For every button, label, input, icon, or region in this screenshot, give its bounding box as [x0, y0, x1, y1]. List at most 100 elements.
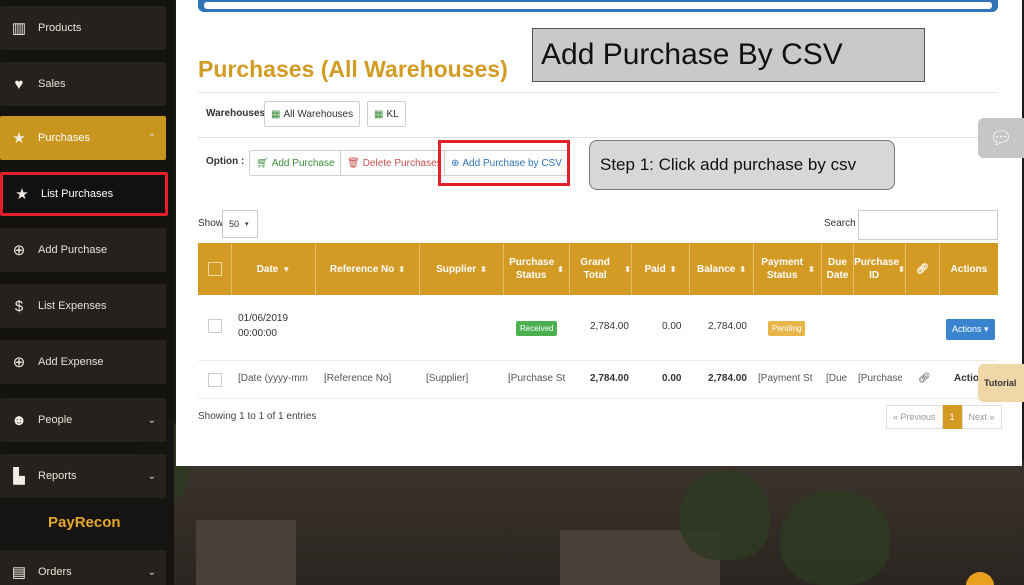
- add-purchase-button[interactable]: 🛒︎ Add Purchase: [249, 150, 342, 176]
- all-warehouses-label: All Warehouses: [283, 108, 354, 120]
- table-header: Date ▼ Reference No ⬍ Supplier ⬍ Purchase S…: [198, 243, 998, 295]
- link-icon: 🔗︎: [918, 373, 931, 384]
- sidebar-item-products[interactable]: ▥ Products: [0, 6, 166, 50]
- th-purchase-status[interactable]: Purchase Status ⬍: [504, 243, 570, 295]
- page-size-select[interactable]: 50 ▾: [222, 210, 258, 238]
- row-checkbox[interactable]: [208, 319, 222, 333]
- sidebar-item-orders[interactable]: ▤ Orders ⌄: [0, 550, 166, 585]
- search-label: Search: [824, 218, 856, 229]
- bar-chart-icon: ▙: [13, 468, 25, 485]
- warehouse-kl-button[interactable]: ▦ KL: [367, 101, 406, 127]
- th-grand-total[interactable]: Grand Total ⬍: [570, 243, 632, 295]
- filter-purchase-id-input[interactable]: [Purchase: [858, 373, 902, 384]
- th-due-date[interactable]: Due Date: [822, 243, 854, 295]
- previous-page-button[interactable]: « Previous: [886, 405, 943, 429]
- filter-date-input[interactable]: [Date (yyyy-mm: [238, 373, 312, 384]
- background-shelf: [196, 520, 296, 585]
- th-supplier[interactable]: Supplier ⬍: [420, 243, 504, 295]
- top-bar: [198, 0, 998, 12]
- row-checkbox-cell: [208, 319, 222, 333]
- filter-status-input[interactable]: [Purchase St: [508, 373, 566, 384]
- cell-date: 01/06/2019 00:00:00: [238, 311, 288, 341]
- highlight-frame: [438, 140, 570, 186]
- next-page-button[interactable]: Next »: [961, 405, 1002, 429]
- entries-info: Showing 1 to 1 of 1 entries: [198, 411, 317, 422]
- sidebar-item-label: Reports: [38, 470, 77, 482]
- page-1-button[interactable]: 1: [942, 405, 962, 429]
- th-reference[interactable]: Reference No ⬍: [316, 243, 420, 295]
- sidebar-item-list-purchases[interactable]: ★ List Purchases: [0, 172, 168, 216]
- delete-purchases-label: Delete Purchases: [362, 157, 442, 169]
- th-balance-label: Balance: [696, 263, 736, 275]
- sidebar-item-label: People: [38, 414, 73, 426]
- filter-payment-input[interactable]: [Payment St: [758, 373, 818, 384]
- sidebar-item-add-purchase[interactable]: ⊕ Add Purchase: [0, 228, 166, 272]
- th-balance[interactable]: Balance ⬍: [690, 243, 754, 295]
- sidebar-item-label: Add Purchase: [38, 244, 108, 256]
- dollar-icon: $: [14, 297, 24, 315]
- filter-checkbox[interactable]: [208, 373, 222, 387]
- building-icon: ▦: [271, 108, 281, 120]
- background-plant: [780, 490, 890, 585]
- delete-purchases-button[interactable]: 🗑︎ Delete Purchases: [340, 150, 449, 176]
- building-icon: ▦: [374, 108, 384, 120]
- sort-icon: ⬍: [624, 264, 631, 274]
- th-link: 🔗︎: [906, 243, 940, 295]
- filter-due-input[interactable]: [Due: [826, 373, 852, 384]
- sidebar-item-list-expenses[interactable]: $ List Expenses: [0, 284, 166, 328]
- all-warehouses-button[interactable]: ▦ All Warehouses: [264, 101, 361, 127]
- sidebar-item-people[interactable]: ☻ People ⌄: [0, 398, 166, 442]
- th-paid[interactable]: Paid ⬍: [632, 243, 690, 295]
- cell-balance: 2,784.00: [708, 321, 747, 332]
- sidebar-item-add-expense[interactable]: ⊕ Add Expense: [0, 340, 166, 384]
- show-label: Show: [198, 218, 224, 229]
- select-all-cell: [198, 243, 232, 295]
- sidebar: ▥ Products ♥ Sales ★ Purchases ⌃ ★ List …: [0, 0, 174, 585]
- sidebar-item-label: List Purchases: [41, 188, 114, 200]
- sidebar-item-purchases[interactable]: ★ Purchases ⌃: [0, 116, 166, 160]
- heart-icon: ♥: [14, 75, 24, 93]
- brand-logo: PayRecon: [48, 514, 121, 531]
- tutorial-tab[interactable]: Tutorial: [978, 364, 1024, 402]
- select-all-checkbox[interactable]: [207, 262, 222, 276]
- th-purchase-id[interactable]: Purchase ID ⬍: [854, 243, 906, 295]
- sort-icon: ⬍: [739, 264, 747, 274]
- option-label: Option :: [206, 156, 245, 167]
- th-date-label: Date: [256, 263, 279, 275]
- table-row[interactable]: 01/06/2019 00:00:00 Received 2,784.00 0.…: [198, 295, 998, 361]
- cell-time-value: 00:00:00: [238, 328, 277, 339]
- filter-balance: 2,784.00: [708, 373, 747, 384]
- th-payment-status[interactable]: Payment Status ⬍: [754, 243, 822, 295]
- filter-checkbox-cell: [208, 373, 222, 387]
- page-title: Purchases (All Warehouses): [198, 56, 508, 82]
- th-date[interactable]: Date ▼: [232, 243, 316, 295]
- th-payment-status-label: Payment Status: [761, 257, 803, 281]
- main-panel: Purchases (All Warehouses) Add Purchase …: [176, 0, 1022, 466]
- sort-icon: ⬍: [669, 264, 677, 274]
- cell-paid: 0.00: [662, 321, 682, 332]
- filter-reference-input[interactable]: [Reference No]: [324, 373, 416, 384]
- search-input[interactable]: [858, 210, 998, 240]
- sort-icon: ⬍: [898, 264, 905, 274]
- sidebar-item-reports[interactable]: ▙ Reports ⌄: [0, 454, 166, 498]
- actions-dropdown-button[interactable]: Actions ▾: [946, 319, 995, 340]
- star-icon: ★: [12, 130, 26, 147]
- chevron-down-icon: ⌄: [147, 414, 156, 426]
- th-reference-label: Reference No: [329, 263, 395, 275]
- sort-icon: ⬍: [808, 264, 815, 274]
- sidebar-item-sales[interactable]: ♥ Sales: [0, 62, 166, 106]
- th-supplier-label: Supplier: [436, 263, 477, 275]
- th-purchase-status-label: Purchase Status: [509, 257, 555, 281]
- actions-label: Actions: [952, 324, 982, 334]
- chat-tab[interactable]: 💬︎: [978, 118, 1024, 158]
- th-paid-label: Paid: [644, 263, 666, 275]
- chevron-down-icon: ⌄: [147, 470, 156, 482]
- cell-date-value: 01/06/2019: [238, 313, 289, 324]
- divider: [198, 92, 998, 93]
- sort-icon: ⬍: [398, 264, 406, 274]
- cell-payment-status: Pending: [768, 321, 806, 336]
- sort-icon: ⬍: [557, 264, 564, 274]
- chevron-down-icon: ▾: [245, 221, 249, 228]
- filter-supplier-input[interactable]: [Supplier]: [426, 373, 498, 384]
- chevron-up-icon: ⌃: [147, 132, 156, 144]
